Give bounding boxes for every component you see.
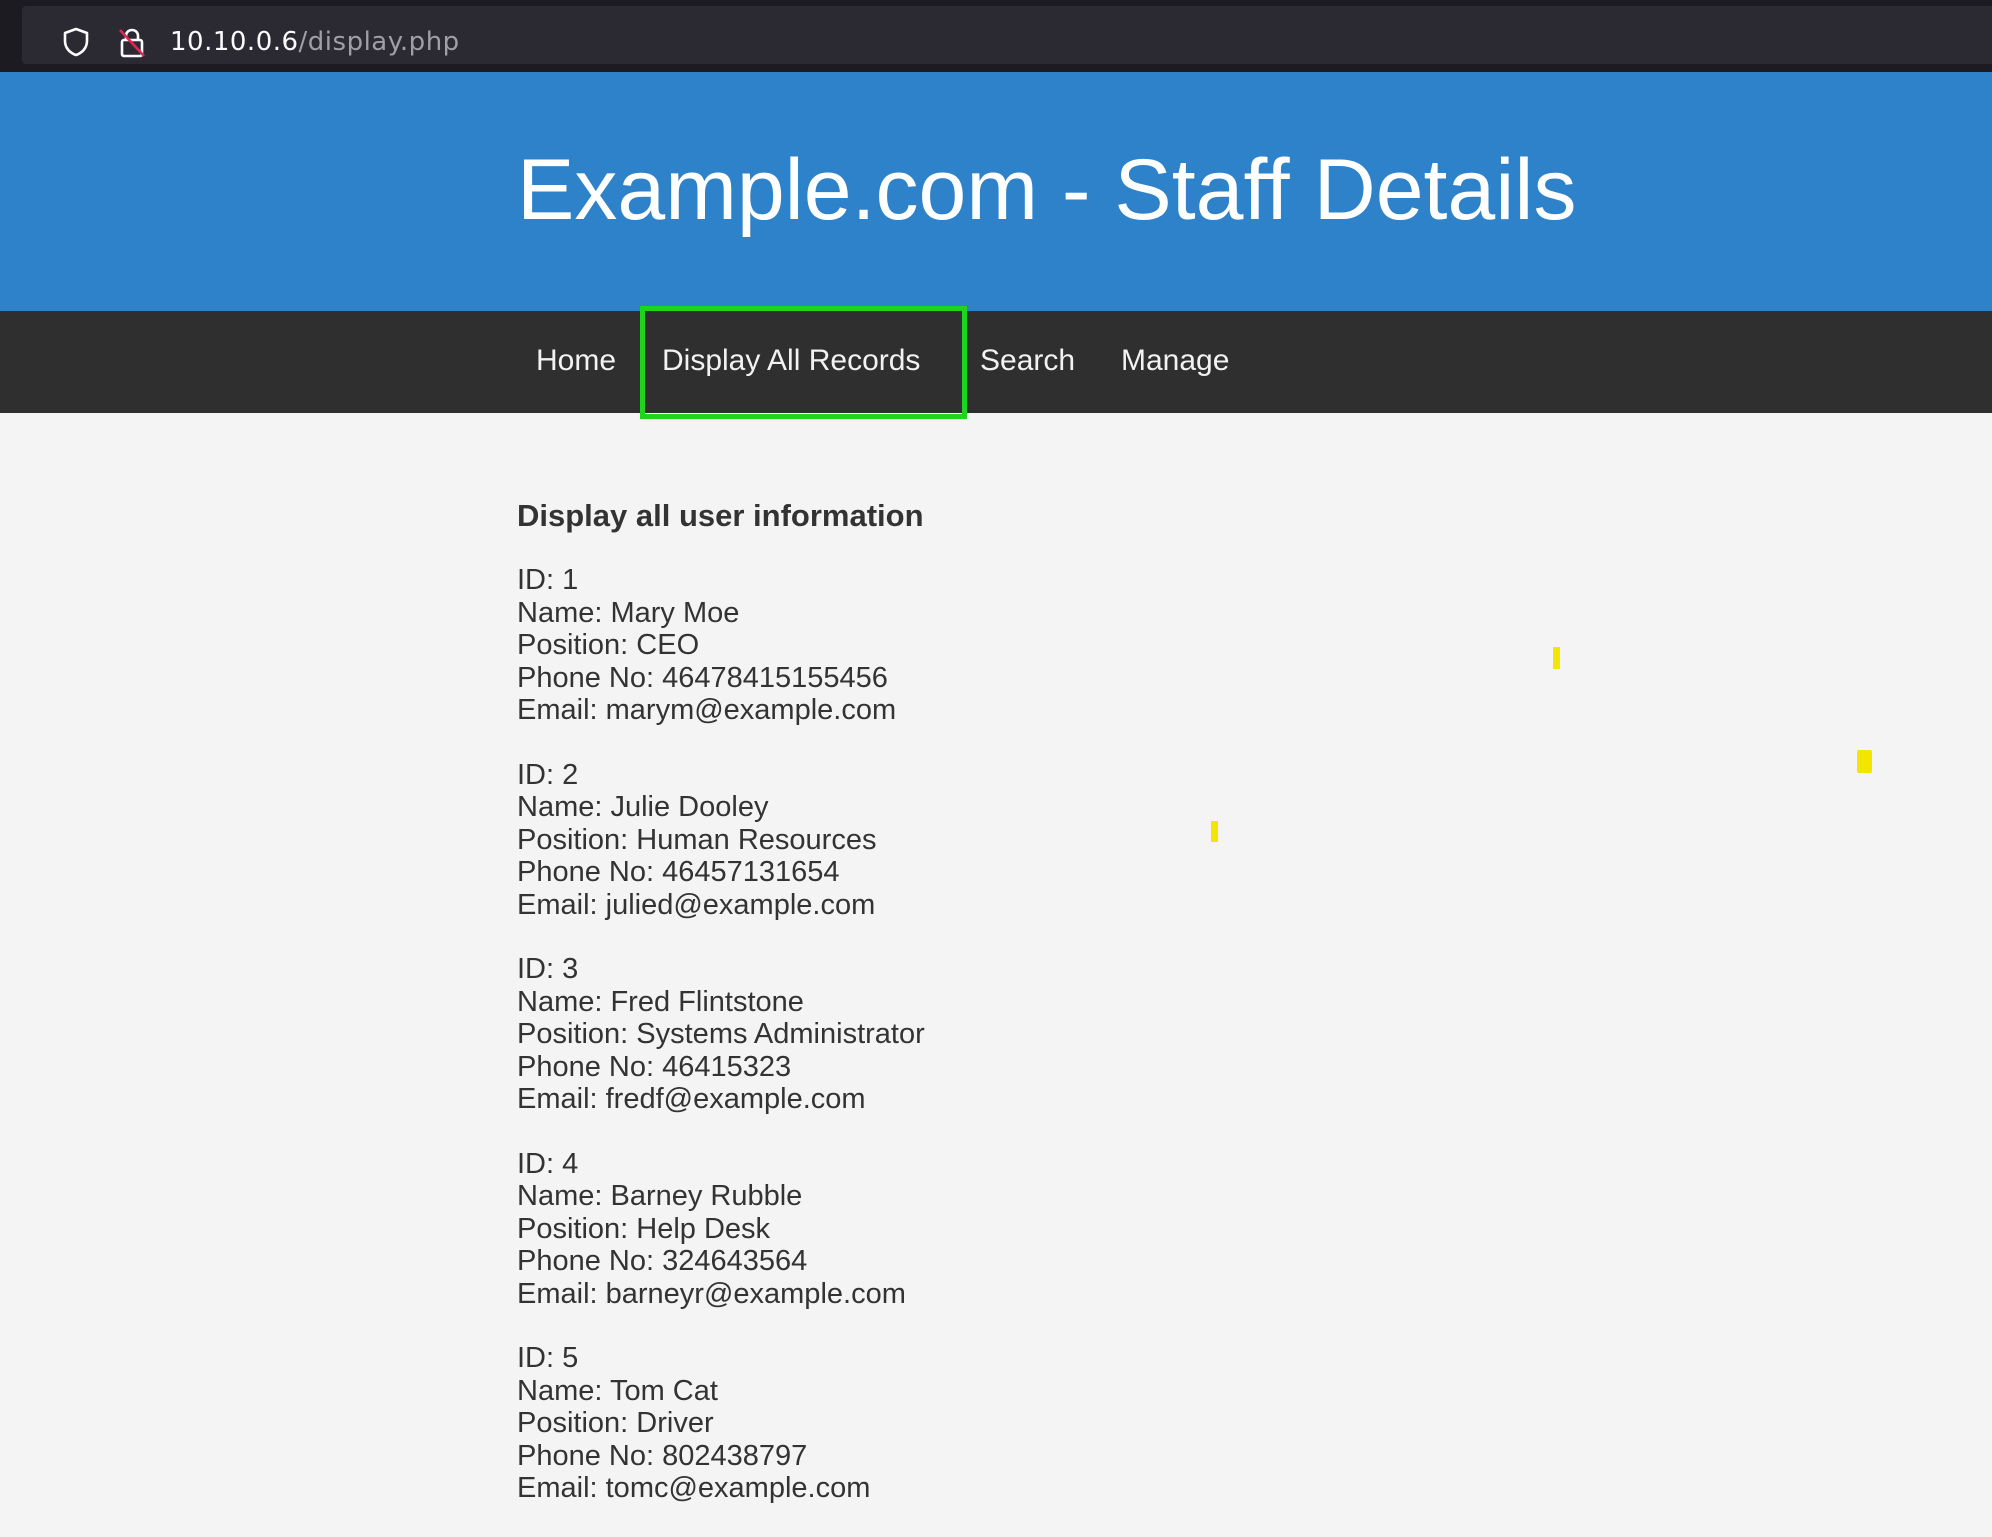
record-id: ID: 1 — [517, 564, 579, 596]
record-email: Email: julied@example.com — [517, 888, 876, 921]
record-item: ID: 4 Name: Barney Rubble Position: Help… — [517, 1148, 1717, 1311]
section-heading: Display all user information — [517, 498, 924, 533]
record-position: Position: Systems Administrator — [517, 1018, 925, 1050]
record-position: Position: Help Desk — [517, 1212, 771, 1245]
address-bar[interactable]: 10.10.0.6/display.php — [22, 6, 1992, 64]
nav-home-link[interactable]: Home — [536, 311, 616, 413]
record-email: Email: fredf@example.com — [517, 1083, 866, 1115]
record-position: Position: Driver — [517, 1407, 714, 1439]
nav-bar: Home Display All Records Search Manage — [0, 311, 1992, 413]
record-position: Position: Human Resources — [517, 823, 877, 856]
yellow-mark — [1857, 750, 1872, 773]
record-email: Email: tomc@example.com — [517, 1472, 871, 1504]
nav-manage-link[interactable]: Manage — [1121, 311, 1229, 413]
browser-toolbar: 10.10.0.6/display.php — [0, 0, 1992, 72]
page-title: Example.com - Staff Details — [517, 142, 1577, 238]
record-item: ID: 3 Name: Fred Flintstone Position: Sy… — [517, 953, 1717, 1116]
yellow-mark — [1211, 821, 1218, 842]
record-item: ID: 2 Name: Julie Dooley Position: Human… — [517, 759, 1717, 922]
record-id: ID: 2 — [517, 758, 579, 791]
record-phone: Phone No: 46478415155456 — [517, 661, 888, 694]
record-id: ID: 5 — [517, 1342, 579, 1374]
url-text[interactable]: 10.10.0.6/display.php — [170, 24, 460, 60]
record-name: Name: Barney Rubble — [517, 1180, 803, 1212]
nav-search-link[interactable]: Search — [980, 311, 1075, 413]
record-id: ID: 4 — [517, 1147, 579, 1180]
record-phone: Phone No: 46457131654 — [517, 856, 840, 888]
record-phone: Phone No: 324643564 — [517, 1245, 808, 1277]
record-phone: Phone No: 46415323 — [517, 1050, 792, 1083]
site-header: Example.com - Staff Details — [0, 72, 1992, 311]
record-email: Email: barneyr@example.com — [517, 1277, 906, 1310]
record-name: Name: Mary Moe — [517, 596, 740, 629]
yellow-mark — [1553, 647, 1560, 669]
url-path: /display.php — [298, 27, 460, 57]
record-item: ID: 1 Name: Mary Moe Position: CEO Phone… — [517, 564, 1717, 727]
url-host: 10.10.0.6 — [170, 27, 299, 57]
record-id: ID: 3 — [517, 953, 579, 985]
record-email: Email: marym@example.com — [517, 694, 897, 726]
lock-insecure-icon[interactable] — [116, 26, 148, 60]
shield-icon[interactable] — [60, 26, 92, 58]
record-phone: Phone No: 802438797 — [517, 1439, 808, 1472]
record-name: Name: Julie Dooley — [517, 791, 769, 823]
main-content: Display all user information ID: 1 Name:… — [517, 498, 1717, 1537]
highlight-annotation-box — [640, 306, 967, 419]
records-list: ID: 1 Name: Mary Moe Position: CEO Phone… — [517, 564, 1717, 1505]
record-item: ID: 5 Name: Tom Cat Position: Driver Pho… — [517, 1342, 1717, 1505]
record-position: Position: CEO — [517, 629, 700, 661]
record-name: Name: Tom Cat — [517, 1374, 718, 1407]
record-name: Name: Fred Flintstone — [517, 985, 804, 1018]
